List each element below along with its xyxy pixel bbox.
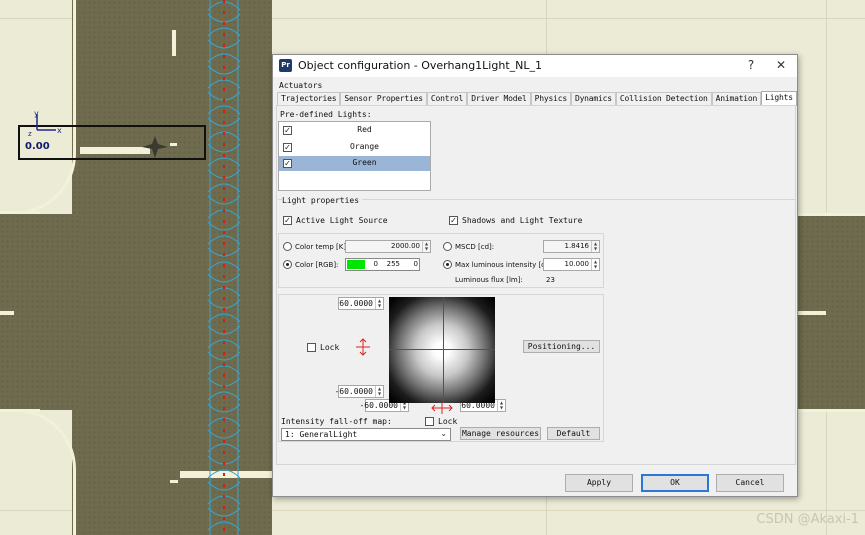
mscd-label: MSCD [cd]: [455,243,495,251]
tab-collision-detection[interactable]: Collision Detection [615,92,712,105]
lane-marking [170,480,178,483]
lane-marking [172,30,176,56]
max-intensity-field[interactable]: 10.000 ▲ ▼ [543,258,600,271]
tab-driver-model[interactable]: Driver Model [467,92,531,105]
tab-control[interactable]: Control [426,92,468,105]
rgb-b-value: 0 [413,260,418,268]
tab-sensor-properties[interactable]: Sensor Properties [340,92,427,105]
road-edge-line [798,409,865,412]
color-temp-label: Color temp [K]: [295,243,349,251]
chevron-down-icon[interactable]: ⌄ [440,429,447,438]
axis-y-label: y [34,110,39,118]
tab-animation[interactable]: Animation [711,92,762,105]
lock-vertical-label: Lock [320,343,340,352]
red-checkbox[interactable]: ✓ [283,126,292,135]
light-properties-label: Light properties [282,196,363,205]
spin-arrows-icon[interactable]: ▲▼ [591,241,599,252]
color-temp-field[interactable]: 2000.00 ▲ ▼ [345,240,431,253]
road-edge-line [0,311,14,315]
spin-arrows-icon[interactable]: ▲▼ [591,259,599,270]
list-item-orange[interactable]: ✓ Orange [279,140,430,155]
mscd-radio[interactable] [443,242,452,251]
actuators-label: Actuators [279,81,323,90]
road-edge-line [798,213,865,216]
color-temp-radio[interactable] [283,242,292,251]
predefined-lights-label: Pre-defined Lights: [280,110,372,119]
axis-z-label: z [28,130,32,138]
spin-arrows-icon[interactable]: ▲▼ [497,400,505,411]
falloff-bottom-field[interactable]: -60.0000 ▲ ▼ [334,385,384,398]
orange-checkbox[interactable]: ✓ [283,143,292,152]
title-bar[interactable]: Pr Object configuration - Overhang1Light… [273,55,797,77]
checkbox-box[interactable]: ✓ [449,216,458,225]
mscd-field[interactable]: 1.8416 ▲ ▼ [543,240,600,253]
mscd-value: 1.8416 [564,242,590,250]
color-temp-value: 2000.00 [391,242,420,250]
spin-arrows-icon[interactable]: ▲▼ [422,241,430,252]
dialog-title: Object configuration - Overhang1Light_NL… [298,59,542,72]
lane-trajectory [207,0,241,535]
color-swatch[interactable] [347,260,365,269]
app-icon: Pr [279,59,292,72]
tab-dynamics[interactable]: Dynamics [570,92,616,105]
manage-resources-button[interactable]: Manage resources [460,427,541,440]
apply-button[interactable]: Apply [565,474,633,492]
shadows-texture-label: Shadows and Light Texture [462,216,583,225]
default-button[interactable]: Default [547,427,600,440]
checkbox-box[interactable] [425,417,434,426]
rgb-g-value: 255 [386,260,400,268]
tab-bar: Trajectories Sensor Properties Control D… [277,91,797,106]
road-edge-curve [6,409,76,473]
axis-x-label: x [57,126,62,135]
spin-arrows-icon[interactable]: ▲▼ [375,298,383,309]
lock-horizontal-label: Lock [438,417,458,426]
color-rgb-radio[interactable] [283,260,292,269]
checkbox-box[interactable]: ✓ [283,216,292,225]
max-intensity-value: 10.000 [564,260,590,268]
falloff-top-value: 60.0000 [339,299,373,308]
coordinate-readout: 0.00 [25,141,50,152]
vertical-resize-icon[interactable] [355,338,371,356]
falloff-top-field[interactable]: 60.0000 ▲ ▼ [338,297,384,310]
green-checkbox[interactable]: ✓ [283,159,292,168]
road-edge-line [798,311,826,315]
falloff-bottom-value: -60.0000 [334,387,373,396]
falloff-map-select[interactable]: 1: GeneralLight ⌄ [281,428,451,441]
tab-trajectories[interactable]: Trajectories [277,92,341,105]
list-item-red[interactable]: ✓ Red [279,123,430,138]
luminous-flux-label: Luminous flux [lm]: [455,276,523,284]
light-name: Green [352,158,377,167]
positioning-button[interactable]: Positioning... [523,340,600,353]
rgb-r-value: 0 [373,260,378,268]
horizontal-resize-icon[interactable] [431,401,453,415]
luminous-flux-value: 23 [546,276,555,284]
horizontal-crosshair [389,349,495,350]
ok-button[interactable]: OK [641,474,709,492]
spin-arrows-icon[interactable]: ▲▼ [375,386,383,397]
light-name: Orange [350,142,379,151]
road-edge-line [73,470,76,535]
checkbox-box[interactable] [307,343,316,352]
falloff-preview[interactable] [389,297,495,403]
list-item-green[interactable]: ✓ Green [279,156,430,171]
vertical-crosshair [443,297,444,403]
light-name: Red [357,125,372,134]
watermark: CSDN @Akaxi-1 [756,512,859,527]
axis-gizmo: y x z [28,110,62,138]
falloff-map-label: Intensity fall-off map: [281,417,392,426]
max-intensity-label: Max luminous intensity [cd]: [455,261,555,269]
traffic-light-object[interactable] [142,136,168,158]
tab-physics[interactable]: Physics [530,92,571,105]
active-light-source-label: Active Light Source [296,216,388,225]
max-intensity-radio[interactable] [443,260,452,269]
cancel-button[interactable]: Cancel [716,474,784,492]
falloff-map-value: 1: GeneralLight [285,430,358,439]
predefined-lights-list[interactable]: ✓ Red ✓ Orange ✓ Green [278,121,431,191]
tab-lights[interactable]: Lights [761,91,797,106]
help-button[interactable]: ? [743,58,759,72]
object-configuration-dialog: Pr Object configuration - Overhang1Light… [272,54,798,497]
color-rgb-field[interactable]: 0 255 0 [345,258,420,271]
close-icon[interactable]: ✕ [773,58,789,72]
color-rgb-label: Color [RGB]: [295,261,339,269]
